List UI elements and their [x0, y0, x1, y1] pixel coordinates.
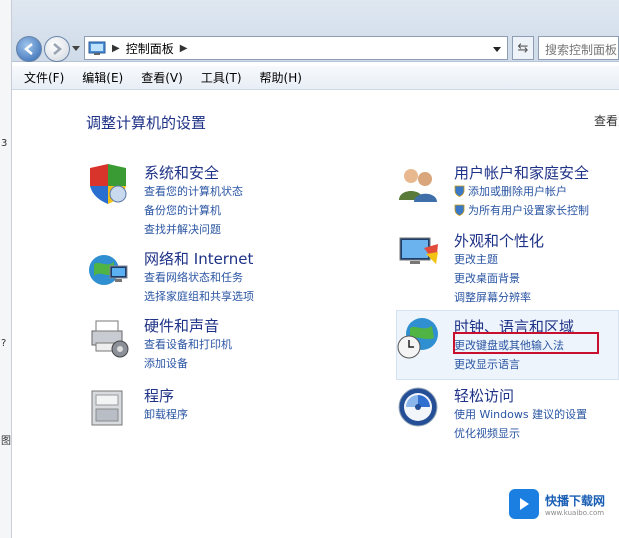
clock-globe-icon[interactable]	[396, 316, 440, 360]
back-button[interactable]	[16, 36, 42, 62]
link-add-remove-users[interactable]: 添加或删除用户帐户	[454, 183, 567, 199]
programs-icon[interactable]	[86, 385, 130, 429]
page-title: 调整计算机的设置	[86, 114, 207, 132]
refresh-icon: ⇆	[517, 40, 529, 56]
arrow-left-icon	[24, 43, 33, 55]
link-optimize-display[interactable]: 优化视频显示	[454, 425, 520, 441]
edge-char: 3	[1, 138, 8, 149]
address-bar[interactable]: ▶ 控制面板 ▶	[84, 36, 508, 60]
breadcrumb-control-panel[interactable]: 控制面板	[126, 40, 174, 57]
link-uninstall-program[interactable]: 卸载程序	[144, 406, 188, 422]
users-icon[interactable]	[396, 162, 440, 206]
menu-tools[interactable]: 工具(T)	[201, 69, 242, 86]
link-change-display-language[interactable]: 更改显示语言	[454, 356, 520, 372]
category-title[interactable]: 系统和安全	[144, 162, 219, 183]
category-network-internet: 网络和 Internet 查看网络状态和任务 选择家庭组和共享选项	[86, 248, 346, 308]
link-change-theme[interactable]: 更改主题	[454, 251, 498, 267]
link-view-computer-status[interactable]: 查看您的计算机状态	[144, 183, 243, 199]
category-appearance: 外观和个性化 更改主题 更改桌面背景 调整屏幕分辨率	[396, 230, 619, 310]
breadcrumb-separator-icon[interactable]: ▶	[180, 43, 188, 54]
breadcrumb-separator-icon[interactable]: ▶	[112, 43, 120, 54]
background-window-edge: 3 ? 图	[0, 0, 12, 538]
category-hardware-sound: 硬件和声音 查看设备和打印机 添加设备	[86, 315, 346, 375]
category-title[interactable]: 网络和 Internet	[144, 248, 253, 269]
edge-char: 图	[1, 436, 11, 447]
menu-file[interactable]: 文件(F)	[24, 69, 64, 86]
link-parental-controls[interactable]: 为所有用户设置家长控制	[454, 202, 589, 218]
control-panel-window: ▶ 控制面板 ▶ ⇆ 搜索控制面板 文件(F) 编辑(E) 查看(V) 工具(T…	[12, 0, 619, 538]
link-view-network-status[interactable]: 查看网络状态和任务	[144, 269, 243, 285]
link-devices-printers[interactable]: 查看设备和打印机	[144, 336, 232, 352]
view-by-label[interactable]: 查看方式	[594, 112, 619, 129]
shield-icon[interactable]	[86, 162, 130, 206]
arrow-right-icon	[53, 43, 62, 55]
annotation-highlight-box	[453, 332, 599, 354]
watermark-logo-icon	[509, 489, 539, 519]
link-homegroup-sharing[interactable]: 选择家庭组和共享选项	[144, 288, 254, 304]
category-programs: 程序 卸载程序	[86, 385, 346, 435]
menu-edit[interactable]: 编辑(E)	[82, 69, 123, 86]
link-troubleshoot[interactable]: 查找并解决问题	[144, 221, 221, 237]
category-system-security: 系统和安全 查看您的计算机状态 备份您的计算机 查找并解决问题	[86, 162, 346, 242]
category-title[interactable]: 用户帐户和家庭安全	[454, 162, 589, 183]
link-adjust-resolution[interactable]: 调整屏幕分辨率	[454, 289, 531, 305]
link-label: 为所有用户设置家长控制	[468, 204, 589, 217]
category-title[interactable]: 轻松访问	[454, 385, 514, 406]
forward-button[interactable]	[44, 36, 70, 62]
recent-pages-dropdown-icon[interactable]	[72, 44, 80, 52]
printer-icon[interactable]	[86, 315, 130, 359]
category-user-accounts: 用户帐户和家庭安全 添加或删除用户帐户 为所有用户设置家长控制	[396, 162, 619, 222]
control-panel-icon	[88, 41, 106, 55]
watermark-title: 快播下载网	[545, 493, 606, 508]
category-title[interactable]: 硬件和声音	[144, 315, 219, 336]
category-title[interactable]: 程序	[144, 385, 174, 406]
link-label: 添加或删除用户帐户	[468, 185, 567, 198]
link-backup-computer[interactable]: 备份您的计算机	[144, 202, 221, 218]
category-ease-of-access: 轻松访问 使用 Windows 建议的设置 优化视频显示	[396, 385, 619, 445]
link-change-desktop-background[interactable]: 更改桌面背景	[454, 270, 520, 286]
watermark: 快播下载网 www.kuaibo.com	[509, 484, 619, 524]
search-input[interactable]: 搜索控制面板	[538, 36, 619, 60]
uac-shield-icon	[454, 204, 465, 216]
uac-shield-icon	[454, 185, 465, 197]
edge-char: ?	[1, 338, 7, 349]
category-title[interactable]: 外观和个性化	[454, 230, 544, 251]
refresh-button[interactable]: ⇆	[512, 36, 534, 60]
watermark-subtitle: www.kuaibo.com	[545, 508, 605, 517]
address-dropdown-icon[interactable]	[493, 45, 501, 53]
globe-network-icon[interactable]	[86, 248, 130, 292]
link-use-windows-recommended[interactable]: 使用 Windows 建议的设置	[454, 406, 587, 422]
appearance-icon[interactable]	[396, 230, 440, 274]
menu-bar: 文件(F) 编辑(E) 查看(V) 工具(T) 帮助(H)	[12, 66, 619, 90]
menu-view[interactable]: 查看(V)	[141, 69, 183, 86]
ease-of-access-icon[interactable]	[396, 385, 440, 429]
menu-help[interactable]: 帮助(H)	[260, 69, 302, 86]
link-add-device[interactable]: 添加设备	[144, 355, 188, 371]
